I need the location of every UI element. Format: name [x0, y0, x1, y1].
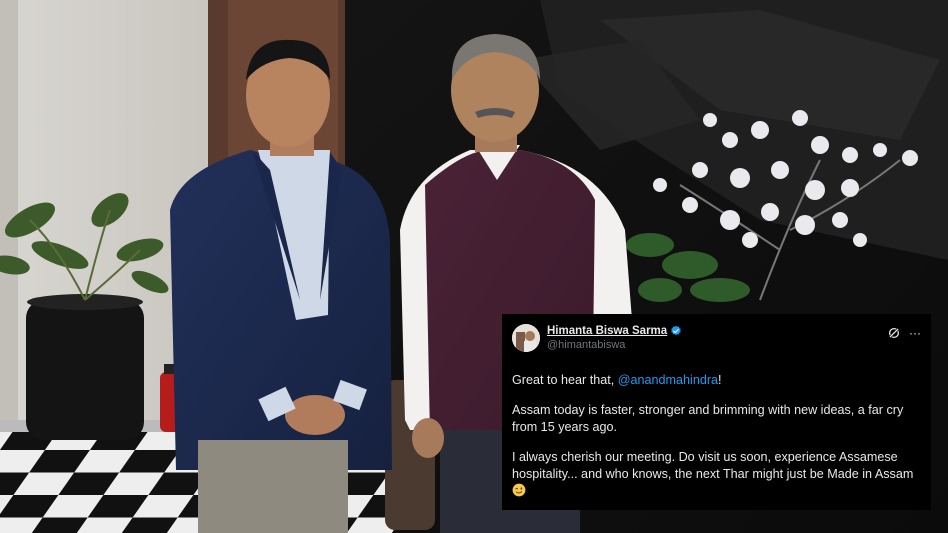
winking-face-emoji — [512, 483, 526, 497]
tweet-paragraph-1: Great to hear that, @anandmahindra! — [512, 372, 921, 389]
author-handle: @himantabiswa — [547, 339, 626, 351]
tweet-text-suffix: ! — [718, 373, 722, 387]
tweet-text: Great to hear that, @anandmahindra! Assa… — [512, 372, 921, 500]
avatar[interactable] — [512, 324, 540, 352]
tweet-paragraph-3: I always cherish our meeting. Do visit u… — [512, 449, 921, 500]
verified-badge-icon — [671, 325, 681, 336]
grok-icon[interactable] — [887, 326, 901, 340]
mention-link[interactable]: @anandmahindra — [618, 373, 718, 387]
author-block: Himanta Biswa Sarma @himantabiswa — [547, 324, 887, 352]
tweet-actions: ··· — [887, 326, 921, 340]
author-name[interactable]: Himanta Biswa Sarma — [547, 324, 667, 338]
tweet-paragraph-3-text: I always cherish our meeting. Do visit u… — [512, 450, 914, 481]
tweet-paragraph-2: Assam today is faster, stronger and brim… — [512, 403, 904, 434]
tweet-header: Himanta Biswa Sarma @himantabiswa ··· — [512, 324, 921, 358]
more-icon[interactable]: ··· — [909, 326, 921, 340]
tweet-text-prefix: Great to hear that, — [512, 373, 618, 387]
tweet-card[interactable]: Himanta Biswa Sarma @himantabiswa ··· Gr… — [502, 314, 931, 510]
